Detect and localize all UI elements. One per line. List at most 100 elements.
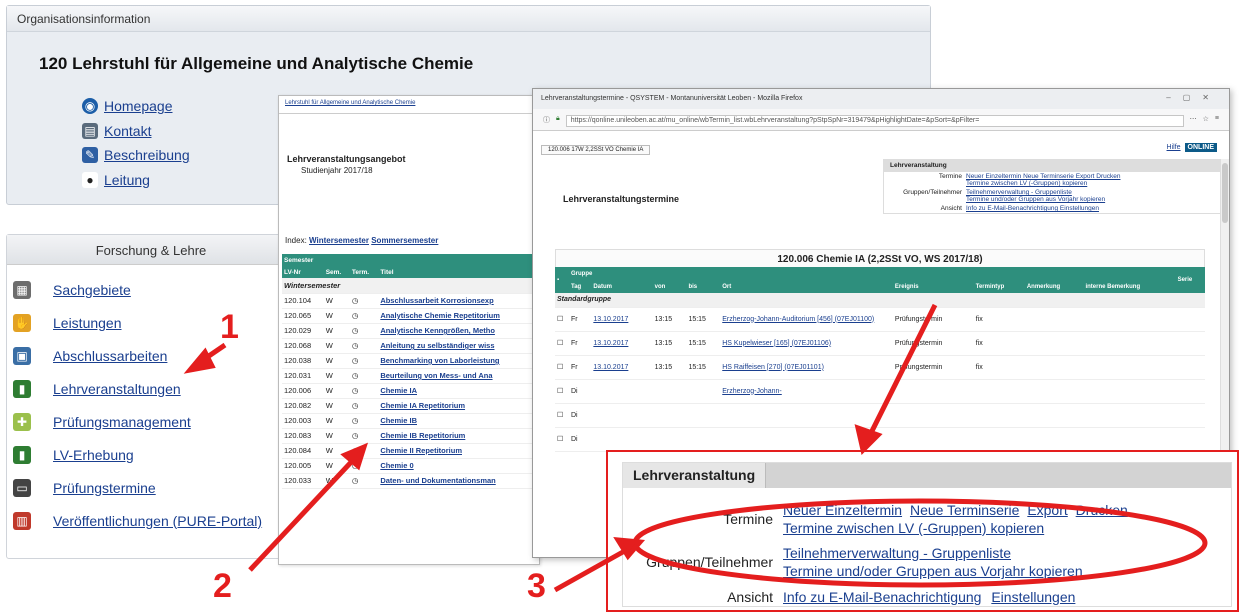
- email-info-link[interactable]: Info zu E-Mail-Benachrichtigung: [783, 589, 981, 605]
- window-controls[interactable]: –▢✕: [1166, 93, 1221, 102]
- cell-datum[interactable]: 13.10.2017: [591, 355, 653, 380]
- lv-title-link[interactable]: Benchmarking von Laborleistung: [378, 353, 539, 369]
- neuer-einzeltermin-link[interactable]: Neuer Einzeltermin: [783, 502, 902, 518]
- lv-title-link[interactable]: Analytische Kenngrößen, Metho: [378, 323, 539, 339]
- menu-dots-icon[interactable]: ⋯: [1190, 115, 1197, 124]
- clock-icon[interactable]: ◷: [349, 443, 379, 459]
- homepage-link[interactable]: Homepage: [104, 98, 173, 114]
- clock-icon[interactable]: ◷: [349, 383, 379, 399]
- col-datum[interactable]: Datum: [591, 280, 653, 293]
- gruppen-links[interactable]: Teilnehmerverwaltung - Gruppenliste Termi…: [966, 189, 1216, 203]
- lv-title-link[interactable]: Analytische Chemie Repetitorium: [378, 308, 539, 324]
- cell-ort[interactable]: Erzherzog-Johann-: [720, 379, 893, 404]
- clock-icon[interactable]: ◷: [349, 458, 379, 474]
- col-term[interactable]: Term.: [349, 266, 379, 278]
- col-serie[interactable]: Serie: [1175, 267, 1205, 293]
- clock-icon[interactable]: ◷: [349, 473, 379, 489]
- lv-title-link[interactable]: Chemie 0: [378, 458, 539, 474]
- clock-icon[interactable]: ◷: [349, 293, 379, 309]
- lv-title-link[interactable]: Chemie IA Repetitorium: [378, 398, 539, 414]
- cell-ort[interactable]: HS Raiffeisen [270] (07EJ01101): [720, 355, 893, 380]
- clock-icon[interactable]: ◷: [349, 323, 379, 339]
- col-bemerkung[interactable]: interne Bemerkung: [1083, 280, 1176, 293]
- ansicht-links[interactable]: Info zu E-Mail-Benachrichtigung Einstell…: [966, 205, 1216, 212]
- breadcrumb-tab[interactable]: 120.006 17W 2,2SSt VO Chemie IA: [541, 145, 651, 155]
- neue-terminserie-link[interactable]: Neue Terminserie: [910, 502, 1019, 518]
- scrollbar-thumb[interactable]: [1222, 163, 1228, 223]
- lv-title-link[interactable]: Abschlussarbeit Korrosionsexp: [378, 293, 539, 309]
- col-von[interactable]: von: [652, 280, 687, 293]
- menu-item-lehrveranstaltungen[interactable]: ▮ Lehrveranstaltungen: [13, 372, 295, 405]
- link[interactable]: Neuer Einzeltermin Neue Terminserie Expo…: [966, 173, 1121, 180]
- lv-title-link[interactable]: Daten- und Dokumentationsman: [378, 473, 539, 489]
- link[interactable]: Teilnehmerverwaltung - Gruppenliste: [966, 189, 1072, 196]
- lv-title-link[interactable]: Chemie II Repetitorium: [378, 443, 539, 459]
- teilnehmerverwaltung-link[interactable]: Teilnehmerverwaltung - Gruppenliste: [783, 545, 1011, 561]
- menu-item-pruefungsmanagement[interactable]: ✚ Prüfungsmanagement: [13, 405, 295, 438]
- col-ort[interactable]: Ort: [720, 280, 893, 293]
- col-titel[interactable]: Titel: [378, 266, 539, 278]
- col-lvnr[interactable]: LV-Nr: [282, 266, 324, 278]
- col-typ[interactable]: Termintyp: [973, 280, 1025, 293]
- menu-link[interactable]: LV-Erhebung: [53, 447, 134, 463]
- row-checkbox[interactable]: ☐: [555, 331, 569, 356]
- leitung-link[interactable]: Leitung: [104, 172, 150, 188]
- kontakt-link-item[interactable]: ▤ Kontakt: [82, 119, 190, 144]
- menu-item-sachgebiete[interactable]: ▦ Sachgebiete: [13, 273, 295, 306]
- col-anmerkung[interactable]: Anmerkung: [1024, 280, 1084, 293]
- menu-item-leistungen[interactable]: ✋ Leistungen: [13, 306, 295, 339]
- export-link[interactable]: Export: [1027, 502, 1067, 518]
- homepage-link-item[interactable]: ◉ Homepage: [82, 94, 190, 119]
- menu-item-lv-erhebung[interactable]: ▮ LV-Erhebung: [13, 438, 295, 471]
- cell-datum[interactable]: 13.10.2017: [591, 331, 653, 356]
- clock-icon[interactable]: ◷: [349, 398, 379, 414]
- clock-icon[interactable]: ◷: [349, 338, 379, 354]
- clock-icon[interactable]: ◷: [349, 428, 379, 444]
- cell-datum[interactable]: [591, 427, 653, 452]
- menu-link[interactable]: Sachgebiete: [53, 282, 131, 298]
- select-all-checkbox[interactable]: ▪: [555, 267, 569, 293]
- cell-ort[interactable]: [720, 427, 893, 452]
- cell-ort[interactable]: Erzherzog-Johann-Auditorium [456] (07EJ0…: [720, 307, 893, 332]
- clock-icon[interactable]: ◷: [349, 308, 379, 324]
- menu-link[interactable]: Abschlussarbeiten: [53, 348, 167, 364]
- cell-datum[interactable]: 13.10.2017: [591, 307, 653, 332]
- index-link-sommer[interactable]: Sommersemester: [371, 236, 438, 245]
- einstellungen-link[interactable]: Einstellungen: [991, 589, 1075, 605]
- menu-item-abschlussarbeiten[interactable]: ▣ Abschlussarbeiten: [13, 339, 295, 372]
- beschreibung-link-item[interactable]: ✎ Beschreibung: [82, 143, 190, 168]
- clock-icon[interactable]: ◷: [349, 413, 379, 429]
- col-ereignis[interactable]: Ereignis: [892, 280, 974, 293]
- cell-ort[interactable]: HS Kupelwieser [165] (07EJ01106): [720, 331, 893, 356]
- breadcrumb-tab[interactable]: Lehrstuhl für Allgemeine und Analytische…: [279, 96, 539, 114]
- termine-kopieren-link[interactable]: Termine zwischen LV (-Gruppen) kopieren: [783, 520, 1044, 536]
- cell-datum[interactable]: [591, 403, 653, 428]
- link[interactable]: Info zu E-Mail-Benachrichtigung Einstell…: [966, 205, 1099, 212]
- menu-link[interactable]: Prüfungsmanagement: [53, 414, 191, 430]
- lv-title-link[interactable]: Chemie IB: [378, 413, 539, 429]
- leitung-link-item[interactable]: ● Leitung: [82, 168, 190, 193]
- menu-link[interactable]: Lehrveranstaltungen: [53, 381, 181, 397]
- link[interactable]: Termine zwischen LV (-Gruppen) kopieren: [966, 180, 1087, 187]
- lv-title-link[interactable]: Chemie IB Repetitorium: [378, 428, 539, 444]
- menu-link[interactable]: Leistungen: [53, 315, 122, 331]
- drucken-link[interactable]: Drucken: [1076, 502, 1128, 518]
- star-icon[interactable]: ☆: [1203, 115, 1209, 124]
- col-tag[interactable]: Tag: [569, 280, 592, 293]
- lv-title-link[interactable]: Chemie IA: [378, 383, 539, 399]
- link[interactable]: Termine und/oder Gruppen aus Vorjahr kop…: [966, 196, 1105, 203]
- cell-datum[interactable]: [591, 379, 653, 404]
- clock-icon[interactable]: ◷: [349, 353, 379, 369]
- menu-item-veroeffentlichungen[interactable]: ▥ Veröffentlichungen (PURE-Portal): [13, 504, 295, 537]
- row-checkbox[interactable]: ☐: [555, 379, 569, 404]
- group-col-header[interactable]: Gruppe: [569, 267, 1176, 280]
- lv-title-link[interactable]: Beurteilung von Mess- und Ana: [378, 368, 539, 384]
- menu-link[interactable]: Prüfungstermine: [53, 480, 156, 496]
- menu-link[interactable]: Veröffentlichungen (PURE-Portal): [53, 513, 262, 529]
- clock-icon[interactable]: ◷: [349, 368, 379, 384]
- info-icon[interactable]: ⓘ: [543, 115, 550, 124]
- col-bis[interactable]: bis: [686, 280, 721, 293]
- index-link-winter[interactable]: Wintersemester: [309, 236, 369, 245]
- termine-links[interactable]: Neuer Einzeltermin Neue Terminserie Expo…: [966, 173, 1216, 187]
- row-checkbox[interactable]: ☐: [555, 403, 569, 428]
